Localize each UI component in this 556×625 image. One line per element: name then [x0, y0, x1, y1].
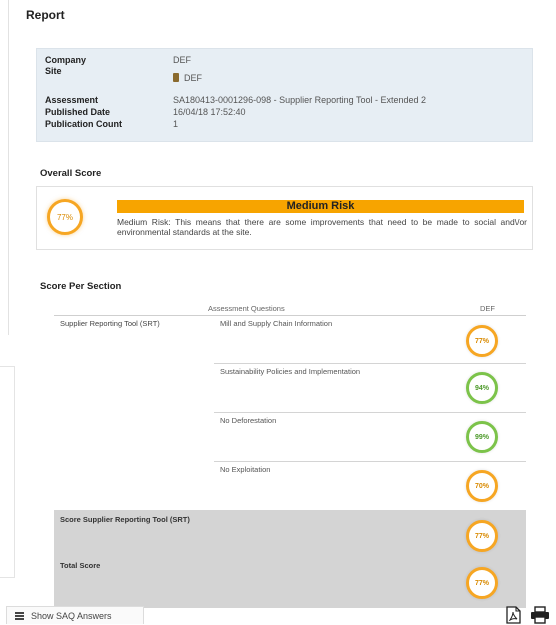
published-value: 16/04/18 17:52:40 — [173, 107, 246, 117]
risk-banner: Medium Risk — [117, 200, 524, 213]
overall-score-circle: 77% — [47, 199, 83, 235]
question-label: Mill and Supply Chain Information — [220, 319, 333, 328]
assessment-label: Assessment — [45, 95, 99, 105]
risk-description: Medium Risk: This means that there are s… — [117, 217, 527, 237]
row-divider — [214, 412, 526, 413]
question-score-circle: 70% — [466, 470, 498, 502]
site-value: DEF — [173, 73, 202, 83]
left-divider — [8, 0, 9, 335]
document-icon — [173, 73, 179, 82]
row-divider — [214, 461, 526, 462]
count-label: Publication Count — [45, 119, 122, 129]
question-score-circle: 99% — [466, 421, 498, 453]
company-value: DEF — [173, 55, 191, 65]
question-score-circle: 77% — [466, 325, 498, 357]
info-panel: Company DEF Site DEF Assessment SA180413… — [36, 48, 533, 142]
list-icon — [15, 612, 24, 620]
published-label: Published Date — [45, 107, 111, 117]
row-divider — [214, 363, 526, 364]
column-header-questions: Assessment Questions — [208, 304, 285, 313]
overall-score-panel: 77% Medium Risk Medium Risk: This means … — [36, 186, 533, 250]
total-score-circle: 77% — [466, 567, 498, 599]
pdf-icon[interactable] — [505, 606, 522, 624]
question-label: No Exploitation — [220, 465, 271, 474]
column-header-site: DEF — [480, 304, 495, 313]
overall-score-heading: Overall Score — [40, 168, 102, 179]
site-value-text: DEF — [184, 73, 202, 83]
header-divider — [54, 315, 526, 316]
section-total-score-circle: 77% — [466, 520, 498, 552]
side-panel — [0, 366, 15, 578]
site-label: Site — [45, 66, 62, 76]
assessment-value: SA180413-0001296-098 - Supplier Reportin… — [173, 95, 427, 105]
question-label: No Deforestation — [220, 416, 277, 425]
section-name: Supplier Reporting Tool (SRT) — [60, 319, 160, 328]
totals-band — [54, 510, 526, 608]
page-title: Report — [26, 8, 65, 22]
question-label: Sustainability Policies and Implementati… — [220, 367, 361, 376]
company-label: Company — [45, 55, 87, 65]
count-value: 1 — [173, 119, 179, 129]
question-score-circle: 94% — [466, 372, 498, 404]
section-total-label: Score Supplier Reporting Tool (SRT) — [60, 515, 190, 524]
total-score-label: Total Score — [60, 561, 101, 570]
score-table: Assessment Questions DEF Supplier Report… — [54, 300, 526, 608]
print-icon[interactable] — [530, 606, 550, 624]
score-per-section-heading: Score Per Section — [40, 281, 122, 292]
show-saq-answers-button[interactable]: Show SAQ Answers — [6, 606, 144, 624]
show-saq-answers-label: Show SAQ Answers — [31, 611, 112, 621]
